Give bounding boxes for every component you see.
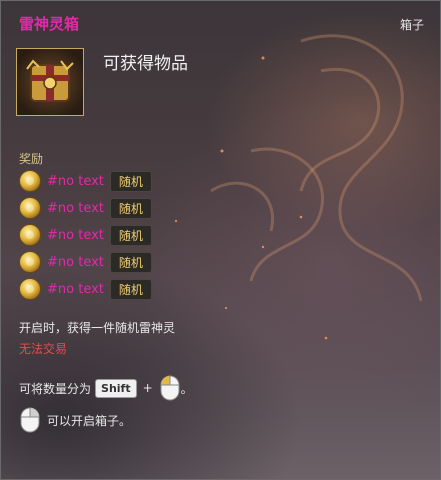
shift-key: Shift	[95, 378, 137, 398]
random-badge: 随机	[109, 251, 152, 273]
rewards-section-label: 奖励	[19, 152, 44, 166]
random-badge: 随机	[109, 224, 152, 246]
reward-item[interactable]: #no text 随机	[19, 197, 152, 219]
item-title: 雷神灵箱	[19, 15, 80, 33]
reward-item[interactable]: #no text 随机	[19, 224, 152, 246]
random-badge: 随机	[109, 278, 152, 300]
mouse-left-click-icon	[160, 375, 180, 401]
treasure-box-icon	[16, 48, 84, 116]
split-hint-end: 。	[180, 381, 193, 396]
reward-name: #no text	[47, 254, 104, 270]
plus-sign: +	[142, 381, 153, 395]
open-hint-text: 可以开启箱子。	[47, 413, 132, 428]
mouse-right-click-icon	[20, 407, 40, 433]
coin-icon	[19, 224, 41, 246]
reward-name: #no text	[47, 227, 104, 243]
reward-name: #no text	[47, 173, 104, 189]
reward-name: #no text	[47, 200, 104, 216]
reward-name: #no text	[47, 281, 104, 297]
split-stack-hint: 可将数量分为 Shift + 。	[19, 374, 193, 402]
coin-icon	[19, 197, 41, 219]
coin-icon	[19, 278, 41, 300]
coin-icon	[19, 251, 41, 273]
random-badge: 随机	[109, 197, 152, 219]
obtainable-items-heading: 可获得物品	[103, 54, 188, 74]
item-tooltip: 雷神灵箱 箱子 可获得物品 奖励 #no text 随机 #no text 随机…	[0, 0, 441, 480]
random-badge: 随机	[109, 170, 152, 192]
open-box-hint: 可以开启箱子。	[19, 405, 131, 435]
trade-restriction: 无法交易	[19, 342, 68, 356]
reward-item[interactable]: #no text 随机	[19, 170, 152, 192]
item-description: 开启时，获得一件随机雷神灵	[19, 321, 176, 335]
split-hint-text: 可将数量分为	[19, 381, 92, 396]
reward-item[interactable]: #no text 随机	[19, 278, 152, 300]
coin-icon	[19, 170, 41, 192]
item-type: 箱子	[399, 18, 424, 32]
reward-item[interactable]: #no text 随机	[19, 251, 152, 273]
